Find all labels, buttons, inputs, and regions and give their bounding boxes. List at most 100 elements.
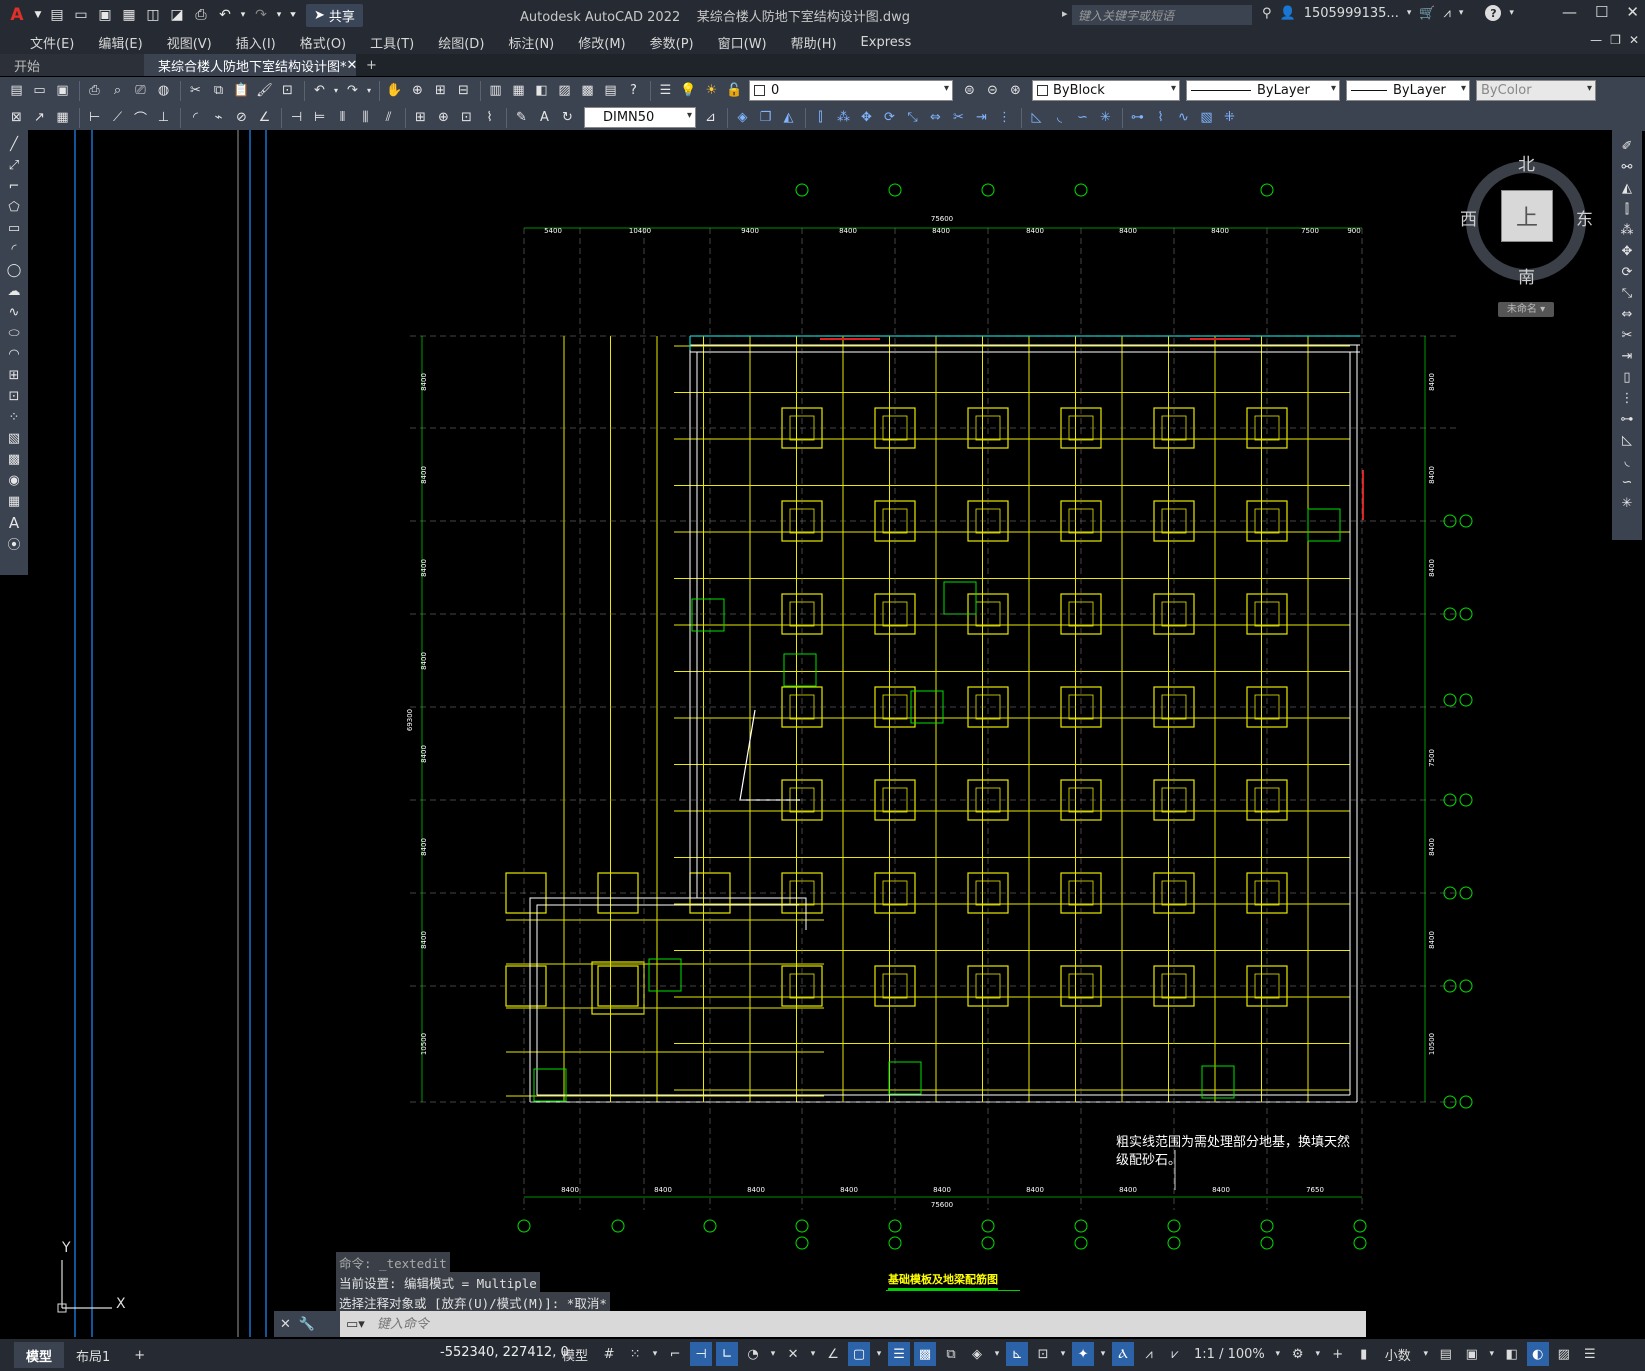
redo-toolbar-icon[interactable]: ↷ [342,80,363,101]
rotate-icon[interactable]: ⟳ [879,107,900,128]
undo-dropdown-icon[interactable]: ▾ [238,4,248,26]
rotate-side-icon[interactable]: ⟳ [1616,262,1638,283]
keyword-search-input[interactable]: 键入关键字或短语 [1072,5,1252,25]
infer-constraints-icon[interactable]: ⌐ [664,1342,686,1366]
user-account[interactable]: 1505999135... [1304,6,1399,21]
fillet-side-icon[interactable]: ◟ [1616,451,1638,472]
zoom-realtime-icon[interactable]: ⊕ [407,80,428,101]
tab-start[interactable]: 开始 [0,54,144,76]
make-block-icon[interactable]: ⊡ [3,386,25,407]
cursor-coordinates[interactable]: -552340, 227412, 0 [440,1345,569,1360]
add-layout-tab[interactable]: + [122,1342,157,1368]
units-dropdown-icon[interactable]: ▾ [1421,1342,1431,1366]
drawing-note[interactable]: 粗实线范围为需处理部分地基，换填天然 级配砂石。 [1116,1134,1350,1170]
ortho-icon[interactable]: ∟ [716,1342,739,1366]
model-space-button[interactable]: 模型 [556,1342,594,1366]
annotation-scale-value[interactable]: 1:1 / 100% [1190,1342,1269,1366]
chamfer-side-icon[interactable]: ◺ [1616,430,1638,451]
design-web-icon[interactable]: ◍ [153,80,174,101]
grid-icon[interactable]: # [598,1342,620,1366]
3d-osnap-dropdown-icon[interactable]: ▾ [992,1342,1002,1366]
dim-jogged-icon[interactable]: ⌁ [208,107,229,128]
dim-baseline-icon[interactable]: ⊨ [309,107,330,128]
import-icon[interactable]: ◫ [142,4,164,26]
add-selected-icon[interactable]: ⦿ [3,533,25,554]
viewcube-top-face[interactable]: 上 [1501,190,1553,242]
edit-polyline-icon[interactable]: ⌇ [1150,107,1171,128]
search-icon[interactable]: ⚲ [1262,6,1272,21]
ellipse-arc-icon[interactable]: ◠ [3,344,25,365]
autodesk-a360-icon[interactable]: ⩘ [1444,6,1451,21]
object-snap-tracking-icon[interactable]: ∠ [822,1342,844,1366]
clean-screen-icon[interactable]: ▨ [1553,1342,1575,1366]
new-tab-button[interactable]: + [356,54,387,76]
menu-file[interactable]: 文件(E) [18,33,86,52]
dim-edit-icon[interactable]: ✎ [511,107,532,128]
spline-icon[interactable]: ∿ [3,302,25,323]
compass-south[interactable]: 南 [1518,263,1535,288]
save-as-icon[interactable]: ▦ [118,4,140,26]
help-toolbar-icon[interactable]: ? [623,80,644,101]
center-mark-icon[interactable]: ⊕ [433,107,454,128]
dim-angular-icon[interactable]: ∠ [254,107,275,128]
undo-toolbar-dropdown-icon[interactable]: ▾ [332,80,340,101]
copy-side-icon[interactable]: ⚯ [1616,157,1638,178]
autocad-logo-icon[interactable]: A [4,5,30,25]
isodraft-dropdown-icon[interactable]: ▾ [808,1342,818,1366]
erase-icon[interactable]: ◈ [732,107,753,128]
inspect-icon[interactable]: ⊡ [456,107,477,128]
command-customize-icon[interactable]: 🔧 [299,1317,315,1332]
join-side-icon[interactable]: ⊶ [1616,409,1638,430]
chamfer-icon[interactable]: ◺ [1026,107,1047,128]
command-close-icon[interactable]: ✕ [280,1317,291,1332]
table-style-icon[interactable]: ▦ [52,107,73,128]
user-icon[interactable]: 👤 [1280,6,1296,21]
copy-object-icon[interactable]: ❐ [755,107,776,128]
open-icon[interactable]: ▭ [29,80,50,101]
revision-cloud-icon[interactable]: ☁ [3,281,25,302]
dim-style-manager-icon[interactable]: ⊠ [6,107,27,128]
save-icon[interactable]: ▣ [94,4,116,26]
move-icon[interactable]: ✥ [856,107,877,128]
command-input[interactable] [370,1311,1366,1337]
gradient-icon[interactable]: ▩ [3,449,25,470]
search-expand-icon[interactable]: ▸ [1062,7,1068,20]
selection-cycling-icon[interactable]: ⧉ [940,1342,962,1366]
linetype-dropdown[interactable]: ByLayer ▾ [1186,80,1340,101]
layout1-tab[interactable]: 布局1 [64,1342,122,1368]
extend-side-icon[interactable]: ⇥ [1616,346,1638,367]
explode-side-icon[interactable]: ✳ [1616,493,1638,514]
save-toolbar-icon[interactable]: ▣ [52,80,73,101]
array-side-icon[interactable]: ⁂ [1616,220,1638,241]
cut-icon[interactable]: ✂ [185,80,206,101]
point-icon[interactable]: ⁘ [3,407,25,428]
break-at-point-icon[interactable]: ▯ [1616,367,1638,388]
export-icon[interactable]: ◪ [166,4,188,26]
menu-express[interactable]: Express [849,35,924,50]
dimstyle-dropdown[interactable]: DIMN50 ▾ [584,107,696,128]
compass-east[interactable]: 东 [1576,205,1593,230]
break-side-icon[interactable]: ⋮ [1616,388,1638,409]
units-value[interactable]: 小数 [1379,1342,1417,1366]
gizmo-icon[interactable]: ✦ [1072,1342,1095,1366]
redo-icon[interactable]: ↷ [250,4,272,26]
dim-radius-icon[interactable]: ◜ [185,107,206,128]
transparency-icon[interactable]: ▩ [914,1342,937,1366]
block-editor-icon[interactable]: ⊡ [277,80,298,101]
edit-array-icon[interactable]: ⁜ [1219,107,1240,128]
snap-icon[interactable]: ⁙ [624,1342,646,1366]
dim-update-icon[interactable]: ↻ [557,107,578,128]
make-layer-current-icon[interactable]: ⊜ [959,80,980,101]
units-icon[interactable]: ▮ [1353,1342,1375,1366]
undo-toolbar-icon[interactable]: ↶ [309,80,330,101]
insert-block-icon[interactable]: ⊞ [3,365,25,386]
rectangle-icon[interactable]: ▭ [3,218,25,239]
annotation-monitor-icon[interactable]: + [1327,1342,1349,1366]
polar-dropdown-icon[interactable]: ▾ [768,1342,778,1366]
scale-icon[interactable]: ⤡ [902,107,923,128]
a360-dropdown-icon[interactable]: ▾ [1459,8,1464,18]
menu-insert[interactable]: 插入(I) [224,33,288,52]
annotation-visibility-icon[interactable]: Ⲁ [1112,1342,1135,1366]
3d-osnap-icon[interactable]: ◈ [966,1342,988,1366]
copy-icon[interactable]: ⧉ [208,80,229,101]
